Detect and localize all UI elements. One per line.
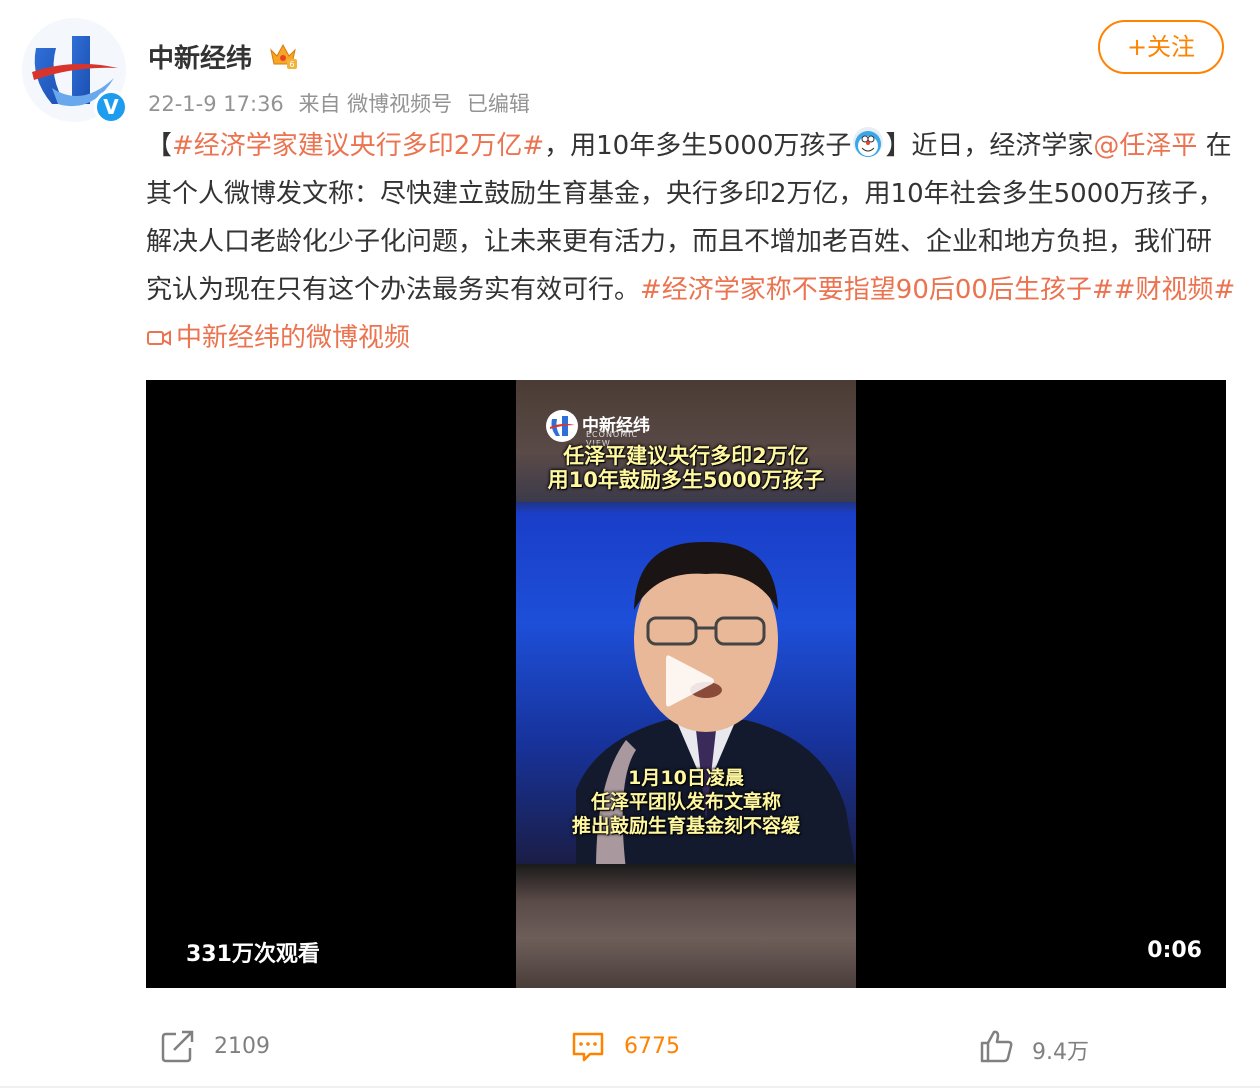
- logo-mark-icon: [546, 410, 578, 442]
- crown-icon: 6: [270, 43, 297, 69]
- bracket-open: 【: [146, 131, 173, 161]
- like-button[interactable]: 9.4万: [978, 1024, 1118, 1068]
- follow-button[interactable]: +关注: [1098, 20, 1224, 74]
- author-name[interactable]: 中新经纬: [148, 38, 252, 75]
- video-duration: 0:06: [1147, 938, 1202, 963]
- video-link-label: 中新经纬的微博视频: [176, 323, 411, 353]
- thumbs-up-icon: [980, 1030, 1013, 1063]
- post-source: 来自 微博视频号: [298, 92, 453, 116]
- share-icon: [161, 1030, 194, 1063]
- post-text: 【#经济学家建议央行多印2万亿#，用10年多生5000万孩子 】近日，经济学家@任…: [146, 122, 1236, 362]
- view-count: 331万次观看: [186, 942, 320, 967]
- comment-button[interactable]: 6775: [570, 1024, 700, 1068]
- post-edited[interactable]: 已编辑: [467, 92, 530, 116]
- video-caption: 1月10日凌晨 任泽平团队发布文章称 推出鼓励生育基金刻不容缓: [516, 766, 856, 838]
- hashtag-link[interactable]: #经济学家建议央行多印2万亿#: [172, 131, 544, 161]
- mention-link[interactable]: @任泽平: [1093, 131, 1197, 161]
- post-text-segment: 】近日，经济学家: [885, 131, 1094, 161]
- video-player[interactable]: 中新经纬 ECONOMIC VIEW 任泽平建议央行多印2万亿 用10年鼓励多生…: [146, 380, 1226, 988]
- play-button-icon[interactable]: [656, 650, 718, 712]
- verified-badge-icon: V: [94, 90, 128, 124]
- comment-count: 6775: [624, 1034, 680, 1059]
- repost-count: 2109: [214, 1034, 270, 1059]
- video-caption-line: 1月10日凌晨: [628, 767, 744, 789]
- avatar[interactable]: V: [22, 18, 128, 124]
- svg-text:6: 6: [289, 60, 294, 69]
- video-link[interactable]: 中新经纬的微博视频: [146, 323, 410, 353]
- video-title-line: 任泽平建议央行多印2万亿: [563, 444, 809, 468]
- hashtag-link[interactable]: #经济学家称不要指望90后00后生孩子#: [640, 275, 1114, 305]
- video-camera-icon: [147, 330, 171, 346]
- action-bar: 2109 6775 9.4万: [0, 1016, 1260, 1076]
- like-count: 9.4万: [1032, 1040, 1089, 1065]
- video-title: 任泽平建议央行多印2万亿 用10年鼓励多生5000万孩子: [516, 444, 856, 492]
- post-meta: 22-1-9 17:36 来自 微博视频号 已编辑: [148, 88, 538, 118]
- repost-button[interactable]: 2109: [160, 1024, 290, 1068]
- video-logo: 中新经纬 ECONOMIC VIEW: [546, 410, 650, 448]
- post-text-segment: ，用10年多生5000万孩子: [544, 131, 852, 161]
- video-title-line: 用10年鼓励多生5000万孩子: [547, 468, 825, 492]
- doraemon-emoji-icon: [853, 127, 884, 157]
- post-time[interactable]: 22-1-9 17:36: [148, 92, 284, 116]
- video-caption-line: 任泽平团队发布文章称: [590, 791, 781, 813]
- comment-icon: [572, 1032, 604, 1062]
- hashtag-link[interactable]: #财视频#: [1114, 275, 1236, 305]
- video-caption-line: 推出鼓励生育基金刻不容缓: [571, 815, 800, 837]
- video-frame-bottom: [516, 864, 856, 988]
